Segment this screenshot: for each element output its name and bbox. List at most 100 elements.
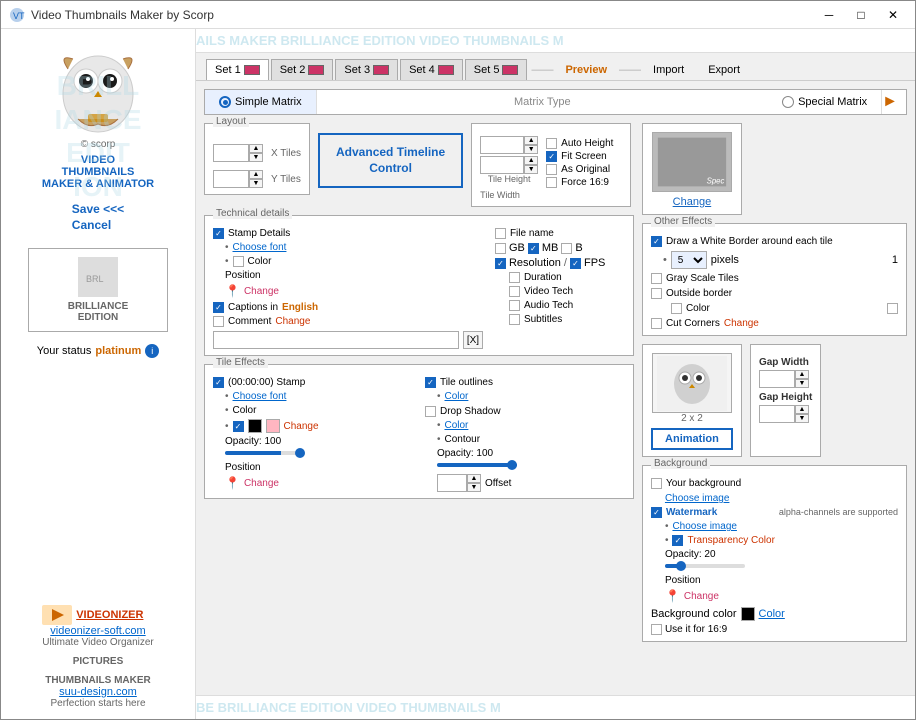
gap-width-spinner[interactable]: 5 ▲ ▼ [759,370,812,388]
ds-color-link[interactable]: Color [444,420,468,431]
mb-checkbox[interactable]: ✓ [528,243,539,254]
te-opacity-slider-track[interactable] [225,451,305,455]
pictures-url[interactable]: suu-design.com [42,686,154,698]
preset-input[interactable]: Preset #1 [213,331,459,349]
close-button[interactable]: ✕ [879,5,907,25]
advanced-timeline-button[interactable]: Advanced TimelineControl [318,133,463,188]
outside-cb2[interactable] [887,303,898,314]
wm-opacity-slider[interactable] [665,564,745,568]
gap-width-down[interactable]: ▼ [795,379,809,388]
white-border-checkbox[interactable]: ✓ [651,236,662,247]
wm-choose-image-link[interactable]: Choose image [672,521,736,532]
force-16-9-checkbox[interactable] [546,177,557,188]
tile-width-up[interactable]: ▲ [524,136,538,145]
x-tiles-down[interactable]: ▼ [249,153,263,162]
wm-transparency-checkbox[interactable]: ✓ [672,535,683,546]
tile-width-down[interactable]: ▼ [524,145,538,154]
cancel-button[interactable]: Cancel [72,218,124,232]
video-tech-checkbox[interactable] [509,286,520,297]
save-button[interactable]: Save <<< [72,202,124,216]
gap-width-up[interactable]: ▲ [795,370,809,379]
offset-down[interactable]: ▼ [467,483,481,492]
resolution-checkbox[interactable]: ✓ [495,258,506,269]
y-tiles-input[interactable]: 4 [213,170,249,188]
te-change2-link[interactable]: Change [244,478,279,489]
cut-corners-checkbox[interactable] [651,318,662,329]
drop-shadow-checkbox[interactable] [425,406,436,417]
as-original-checkbox[interactable] [546,164,557,175]
wm-opacity-thumb[interactable] [676,561,686,571]
special-matrix-btn[interactable]: Special Matrix [768,90,882,114]
simple-matrix-btn[interactable]: Simple Matrix [205,90,317,114]
offset-spinner[interactable]: 3 ▲ ▼ [437,474,481,492]
tab-set3[interactable]: Set 3 [335,59,398,80]
info-icon[interactable]: i [145,344,159,358]
x-tiles-spinner[interactable]: 5 ▲ ▼ [213,144,263,162]
tile-height-spinner[interactable]: 240 ▲ ▼ [480,156,538,174]
animation-button[interactable]: Animation [651,428,733,450]
audio-tech-checkbox[interactable] [509,300,520,311]
x-tiles-up[interactable]: ▲ [249,144,263,153]
videonizer-label[interactable]: VIDEONIZER [76,609,143,621]
use-16-9-checkbox[interactable] [651,624,662,635]
subtitles-checkbox[interactable] [509,314,520,325]
wm-change-link[interactable]: Change [684,591,719,602]
tab-set4[interactable]: Set 4 [400,59,463,80]
comment-checkbox[interactable] [213,316,224,327]
te-contour-change-link[interactable]: Change [284,421,319,432]
color-checkbox[interactable] [233,256,244,267]
tile-height-up[interactable]: ▲ [524,156,538,165]
duration-checkbox[interactable] [509,272,520,283]
change1-link[interactable]: Change [244,286,279,297]
minimize-button[interactable]: ─ [815,5,843,25]
tile-width-input[interactable]: 320 [480,136,524,154]
choose-image-link[interactable]: Choose image [665,493,729,504]
maximize-button[interactable]: □ [847,5,875,25]
te-choose-font-link[interactable]: Choose font [233,391,287,402]
gap-height-input[interactable]: 5 [759,405,795,423]
outside-border-checkbox[interactable] [651,288,662,299]
tab-set5[interactable]: Set 5 [465,59,528,80]
stamp-checkbox[interactable]: ✓ [213,377,224,388]
offset-up[interactable]: ▲ [467,474,481,483]
comment-change-link[interactable]: Change [275,316,310,327]
to-color-link[interactable]: Color [444,391,468,402]
your-bg-checkbox[interactable] [651,478,662,489]
ds-opacity-thumb[interactable] [507,460,517,470]
cut-corners-change-link[interactable]: Change [724,318,759,329]
tile-outlines-checkbox[interactable]: ✓ [425,377,436,388]
gray-scale-checkbox[interactable] [651,273,662,284]
y-tiles-up[interactable]: ▲ [249,170,263,179]
gap-width-input[interactable]: 5 [759,370,795,388]
tab-set2[interactable]: Set 2 [271,59,334,80]
captions-checkbox[interactable]: ✓ [213,302,224,313]
fps-checkbox[interactable]: ✓ [570,258,581,269]
auto-height-checkbox[interactable] [546,138,557,149]
pixels-dropdown[interactable]: 5 [671,251,707,269]
outside-color-checkbox[interactable] [671,303,682,314]
watermark-checkbox[interactable]: ✓ [651,507,662,518]
file-name-checkbox[interactable] [495,228,506,239]
tile-height-down[interactable]: ▼ [524,165,538,174]
ds-opacity-slider[interactable] [437,463,517,467]
tab-export[interactable]: Export [698,60,750,80]
tile-width-spinner[interactable]: 320 ▲ ▼ [480,136,538,154]
stamp-details-checkbox[interactable]: ✓ [213,228,224,239]
gb-checkbox[interactable] [495,243,506,254]
bg-color-swatch[interactable] [741,607,755,621]
gap-height-down[interactable]: ▼ [795,414,809,423]
y-tiles-down[interactable]: ▼ [249,179,263,188]
bg-color-link[interactable]: Color [759,608,785,620]
te-opacity-slider-thumb[interactable] [295,448,305,458]
videonizer-url[interactable]: videonizer-soft.com [42,625,154,637]
tab-import[interactable]: Import [643,60,694,80]
y-tiles-spinner[interactable]: 4 ▲ ▼ [213,170,263,188]
fit-screen-checkbox[interactable]: ✓ [546,151,557,162]
next-arrow-icon[interactable]: ► [882,93,898,111]
preset-x-button[interactable]: [X] [463,331,483,349]
tab-set1[interactable]: Set 1 [206,59,269,80]
te-contour-checkbox[interactable]: ✓ [233,421,244,432]
thumbnail-change-button[interactable]: Change [673,196,712,208]
gap-height-up[interactable]: ▲ [795,405,809,414]
offset-input[interactable]: 3 [437,474,467,492]
